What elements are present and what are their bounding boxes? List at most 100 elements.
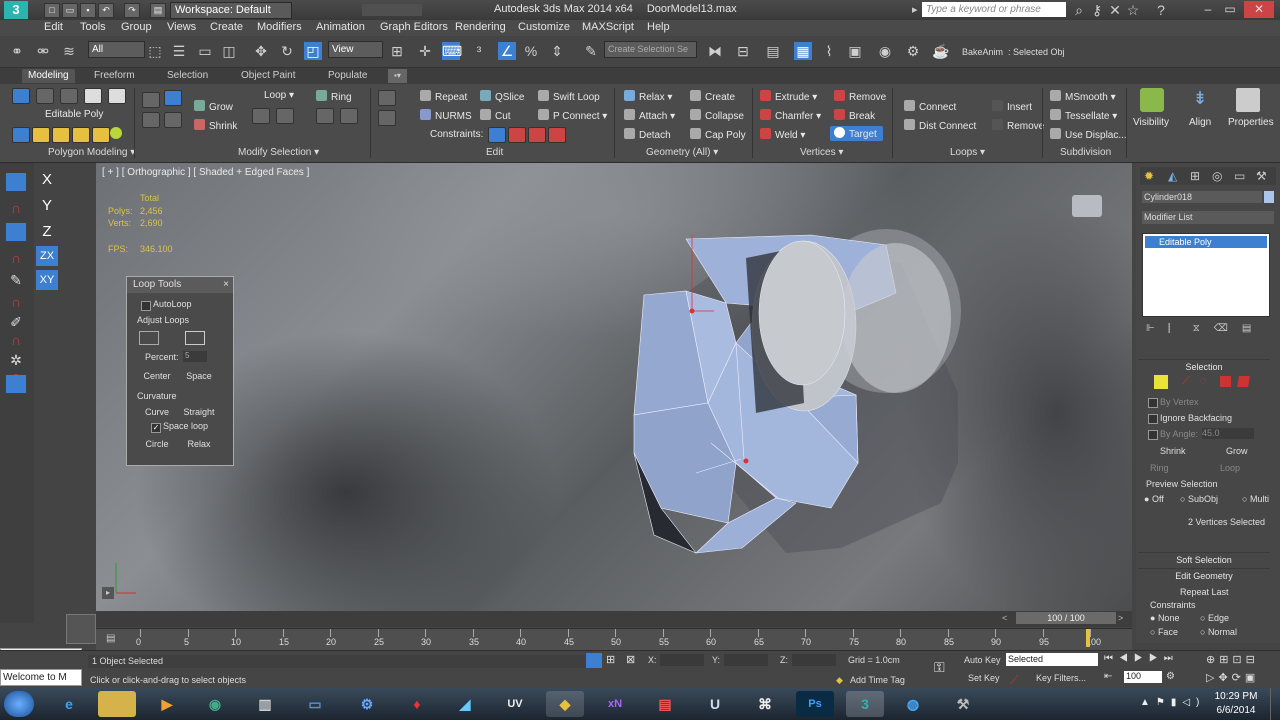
axis-z-button[interactable]: Z [36, 222, 58, 242]
group-vertices[interactable]: Vertices ▾ [800, 147, 843, 158]
tab-freeform[interactable]: Freeform [88, 69, 141, 83]
constraint-normal-icon[interactable] [548, 127, 566, 143]
spinner-snap-icon[interactable]: ⇕ [548, 42, 566, 60]
menu-maxscript[interactable]: MAXScript [582, 21, 634, 33]
app-icon-5[interactable]: ◢ [446, 691, 484, 717]
group-polygon-modeling[interactable]: Polygon Modeling ▾ [48, 147, 135, 158]
time-tag-icon[interactable]: ◆ [836, 675, 843, 686]
render-frame-icon[interactable]: ☕ [932, 42, 950, 60]
select-manipulate-icon[interactable]: ✛ [416, 42, 434, 60]
reference-coord-dropdown[interactable]: View [328, 41, 383, 58]
show-end-result-icon[interactable] [12, 127, 30, 143]
axis-xy-button[interactable]: XY [36, 270, 58, 290]
bind-spacewarp-icon[interactable]: ≋ [60, 42, 78, 60]
extrude-button[interactable]: Extrude ▾ [760, 90, 817, 103]
element-level-icon[interactable] [1237, 376, 1250, 387]
snaps-toggle-icon[interactable]: ³ [470, 42, 488, 60]
viewport-orthographic[interactable]: [ + ] [ Orthographic ] [ Shaded + Edged … [96, 163, 1132, 611]
detach-button[interactable]: Detach [624, 128, 671, 141]
show-desktop-button[interactable] [1270, 688, 1280, 720]
constraint-face-radio[interactable]: ○ Face [1150, 627, 1178, 637]
start-button[interactable] [4, 691, 34, 717]
ie-icon[interactable]: e [50, 691, 88, 717]
expand-track-icon[interactable]: ▸ [102, 587, 114, 599]
app-icon-4[interactable]: ♦ [398, 691, 436, 717]
display-tab-icon[interactable]: ▭ [1234, 169, 1245, 183]
selection-rollout-header[interactable]: Selection [1138, 359, 1270, 374]
magnet-2-icon[interactable]: ∩ [6, 249, 26, 267]
stack-up-icon[interactable] [32, 127, 50, 143]
shrink-button[interactable]: Shrink [194, 119, 237, 132]
edit-geometry-rollout-header[interactable]: Edit Geometry [1138, 568, 1270, 583]
object-name-field[interactable]: Cylinder018 [1142, 191, 1262, 203]
axis-y-button[interactable]: Y [36, 196, 58, 216]
app-icon-10[interactable]: ⚒ [944, 691, 982, 717]
minimize-button[interactable]: – [1198, 1, 1218, 18]
pivot-icon[interactable]: ⊞ [388, 42, 406, 60]
viewport-nav-controls-2[interactable]: ▷✥⟳▣ [1206, 671, 1278, 684]
unreal-icon[interactable]: U [696, 691, 734, 717]
app-icon-7[interactable]: ▤ [646, 691, 684, 717]
app-icon-2[interactable]: ▭ [296, 691, 334, 717]
snap-vertex-icon[interactable] [6, 223, 26, 241]
absolute-mode-icon[interactable]: ⊞ [606, 653, 615, 666]
menu-animation[interactable]: Animation [316, 21, 365, 33]
key-mode-dropdown[interactable]: Selected [1006, 653, 1098, 666]
tab-object-paint[interactable]: Object Paint [235, 69, 301, 83]
mirror-icon[interactable]: ⧓ [706, 42, 724, 60]
set-key-icon[interactable]: ⚿ [934, 659, 945, 676]
window-crossing-icon[interactable]: ◫ [220, 42, 238, 60]
stack-down-icon[interactable] [52, 127, 70, 143]
constraint-face-icon[interactable] [528, 127, 546, 143]
by-vertex-checkbox[interactable] [1148, 398, 1158, 408]
loop-selection-button[interactable]: Loop [1220, 463, 1240, 473]
use-displacement-button[interactable]: Use Displac... [1050, 128, 1127, 141]
add-time-tag-button[interactable]: Add Time Tag [850, 675, 905, 685]
properties-label[interactable]: Properties [1228, 117, 1274, 128]
undo-icon[interactable]: ↶ [98, 3, 114, 18]
insert-loop-button[interactable]: Insert [992, 100, 1032, 113]
open-file-icon[interactable]: ▭ [62, 3, 78, 18]
preview-subobj-radio[interactable]: ○ SubObj [1180, 494, 1218, 504]
percent-snap-icon[interactable]: % [522, 42, 540, 60]
space-loop-checkbox[interactable]: ✓ [151, 423, 161, 433]
vertex-mode-icon[interactable] [12, 88, 30, 104]
motion-tab-icon[interactable]: ◎ [1212, 169, 1222, 183]
ring-add-icon[interactable] [316, 108, 334, 124]
qslice-button[interactable]: QSlice [480, 90, 524, 103]
swift-loop-button[interactable]: Swift Loop [538, 90, 600, 103]
magnet-3-icon[interactable]: ∩ [6, 293, 26, 311]
hold-icon[interactable]: ▤ [150, 3, 166, 18]
loop-button[interactable]: Loop ▾ [264, 90, 294, 101]
new-file-icon[interactable]: □ [44, 3, 60, 18]
magnet-4-icon[interactable]: ∩ [6, 331, 26, 349]
space-button[interactable]: Space [179, 369, 219, 383]
rotate-icon[interactable]: ↻ [278, 42, 296, 60]
exchange-icon[interactable]: ✕ [1106, 1, 1124, 19]
remove-loop-button[interactable]: Remove [992, 119, 1044, 132]
time-slider[interactable]: < 100 / 100 > [96, 611, 1132, 627]
menu-graph-editors[interactable]: Graph Editors [380, 21, 448, 33]
ring-button[interactable]: Ring [316, 90, 352, 103]
visibility-label[interactable]: Visibility [1133, 117, 1169, 128]
app-icon-3[interactable]: ⚙ [348, 691, 386, 717]
ring-remove-icon[interactable] [340, 108, 358, 124]
curve-editor-icon[interactable]: ⌇ [820, 42, 838, 60]
schematic-view-icon[interactable]: ▣ [846, 42, 864, 60]
snap-edge-icon[interactable] [6, 375, 26, 393]
create-button[interactable]: Create [690, 90, 735, 103]
properties-icon[interactable] [1236, 88, 1260, 112]
x-coord-input[interactable] [660, 654, 704, 666]
select-by-name-icon[interactable]: ☰ [170, 42, 188, 60]
help-icon[interactable]: ? [1152, 1, 1170, 19]
key-icon[interactable]: ⚷ [1088, 1, 1106, 19]
chamfer-button[interactable]: Chamfer ▾ [760, 109, 821, 122]
render-setup-icon[interactable]: ⚙ [904, 42, 922, 60]
target-button[interactable]: Target [830, 126, 883, 141]
isolate-icon[interactable]: ⊠ [626, 653, 635, 666]
frame-counter[interactable]: 100 / 100 [1016, 612, 1116, 624]
tessellate-button[interactable]: Tessellate ▾ [1050, 109, 1117, 122]
prev-frame-icon[interactable]: < [1002, 613, 1008, 623]
restore-button[interactable]: ▭ [1220, 1, 1240, 18]
z-coord-input[interactable] [792, 654, 836, 666]
